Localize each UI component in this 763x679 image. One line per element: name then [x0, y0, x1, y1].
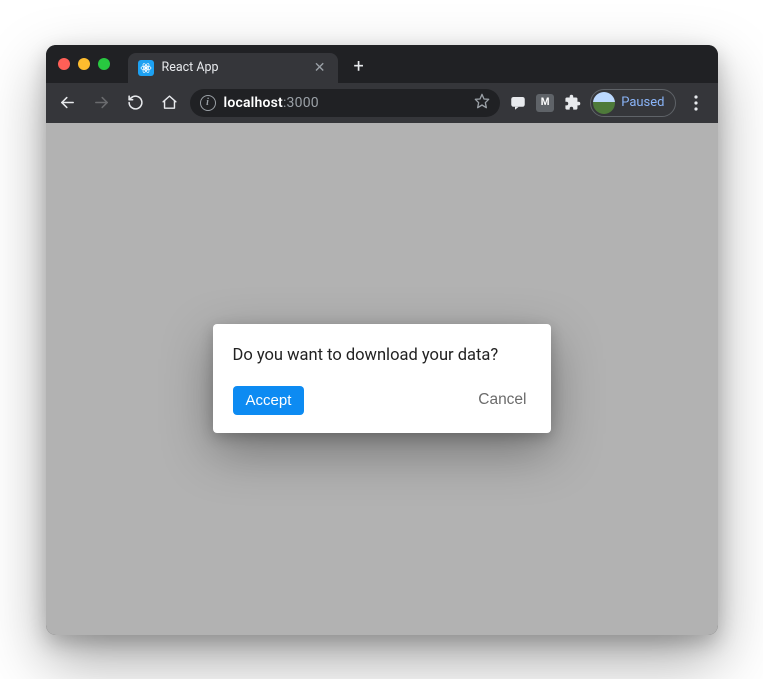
dialog-actions: Accept Cancel: [233, 385, 531, 415]
forward-button[interactable]: [88, 89, 116, 117]
site-info-icon[interactable]: i: [200, 95, 216, 111]
dialog-message: Do you want to download your data?: [233, 346, 531, 365]
profile-status: Paused: [621, 95, 664, 110]
extensions-puzzle-icon[interactable]: [560, 91, 584, 115]
close-window-button[interactable]: [58, 58, 70, 70]
url-text: localhost:3000: [224, 95, 467, 111]
browser-menu-button[interactable]: [682, 95, 710, 111]
accept-button[interactable]: Accept: [233, 386, 305, 415]
page-content: Do you want to download your data? Accep…: [46, 123, 718, 635]
cancel-button[interactable]: Cancel: [474, 385, 530, 415]
close-tab-icon[interactable]: ✕: [312, 60, 328, 76]
home-button[interactable]: [156, 89, 184, 117]
react-favicon-icon: [138, 60, 154, 76]
address-bar[interactable]: i localhost:3000: [190, 89, 501, 117]
window-controls: [58, 58, 110, 70]
bookmark-star-icon[interactable]: [474, 93, 490, 113]
new-tab-button[interactable]: +: [346, 56, 372, 77]
toolbar: i localhost:3000 M Paused: [46, 83, 718, 123]
back-button[interactable]: [54, 89, 82, 117]
tab-strip: React App ✕ +: [46, 45, 718, 83]
browser-window: React App ✕ + i localhost:3000: [46, 45, 718, 635]
avatar-icon: [593, 92, 615, 114]
tab-title: React App: [162, 60, 304, 75]
profile-chip[interactable]: Paused: [590, 89, 675, 117]
reload-button[interactable]: [122, 89, 150, 117]
chat-extension-icon[interactable]: [506, 91, 530, 115]
maximize-window-button[interactable]: [98, 58, 110, 70]
browser-tab[interactable]: React App ✕: [128, 53, 338, 83]
confirm-dialog: Do you want to download your data? Accep…: [213, 324, 551, 433]
gmail-extension-icon[interactable]: M: [536, 94, 554, 112]
minimize-window-button[interactable]: [78, 58, 90, 70]
